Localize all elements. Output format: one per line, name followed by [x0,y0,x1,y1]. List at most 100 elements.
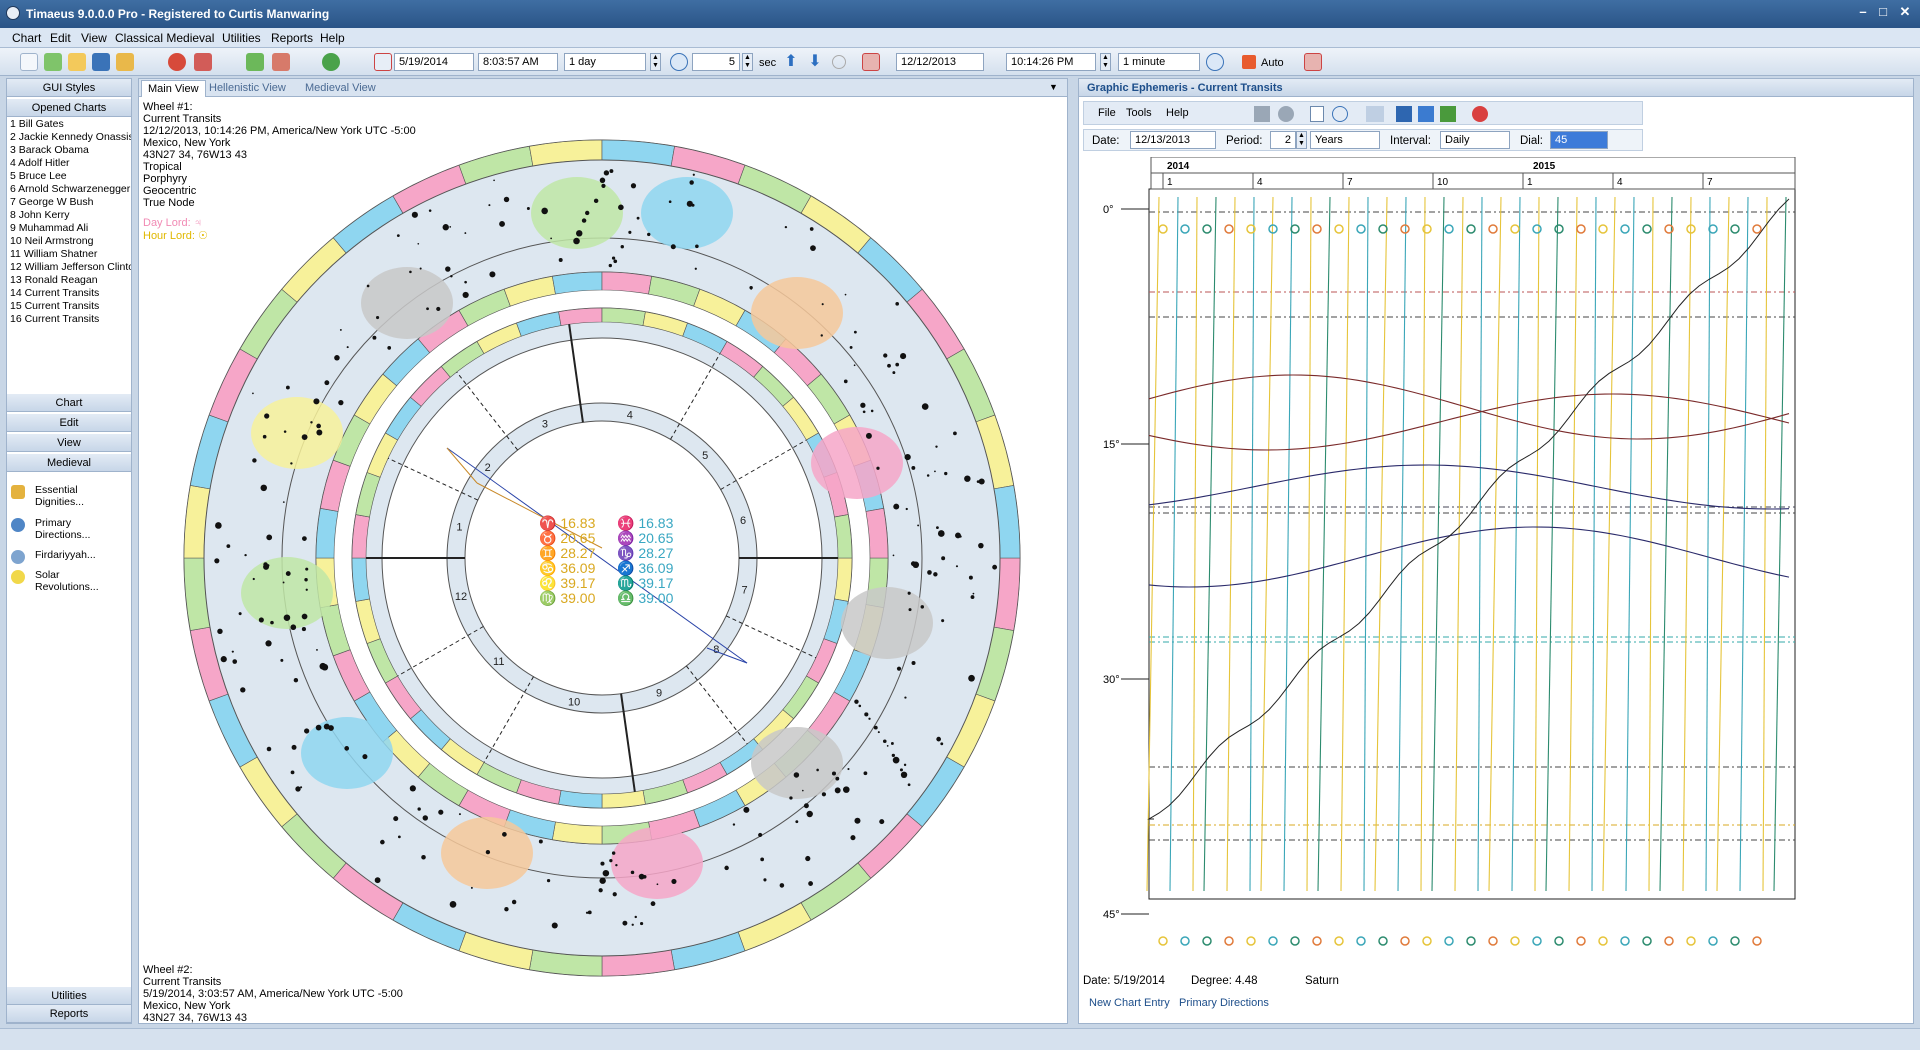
chart-list-item[interactable]: 9 Muhammad Ali [7,222,131,235]
stop-icon[interactable] [862,53,880,71]
chart-list-item[interactable]: 3 Barack Obama [7,144,131,157]
period-spinner[interactable]: ▲ ▼ [1296,131,1307,149]
count-input[interactable]: 5 [692,53,740,71]
tab-main-view[interactable]: Main View [141,80,206,97]
chart-list-item[interactable]: 7 George W Bush [7,196,131,209]
arrow-down-icon[interactable]: ⬇ [806,53,824,71]
time2-spinner[interactable]: ▲ ▼ [1100,53,1111,71]
section-edit[interactable]: Edit [7,414,131,432]
new-chart-icon[interactable] [20,53,38,71]
interval-select[interactable]: Daily [1440,131,1510,149]
calendar-icon[interactable] [374,53,392,71]
export-icon[interactable] [1418,106,1434,122]
chart-wheel[interactable]: 123456789101112♈ 16.83♉ 20.65♊ 28.27♋ 36… [147,103,1057,983]
menu-help[interactable]: Help [320,31,345,45]
open-icon[interactable] [44,53,62,71]
chart-list-item[interactable]: 14 Current Transits [7,287,131,300]
app-window: Timaeus 9.0.0.0 Pro - Registered to Curt… [0,0,1920,1050]
tab-medieval-view[interactable]: Medieval View [299,80,382,97]
date-input[interactable]: 5/19/2014 [394,53,474,71]
ephem-menu-file[interactable]: File [1098,107,1116,119]
tabs-dropdown-icon[interactable]: ▼ [1049,82,1058,92]
period-unit-select[interactable]: Years [1310,131,1380,149]
save-all-icon[interactable] [116,53,134,71]
ephemeris-graph[interactable]: 2014 20151 4 7 10 1 4 70°15°30°45° [1079,157,1913,969]
star [809,227,814,231]
star [912,561,920,569]
chart-list-item[interactable]: 12 William Jefferson Clinton [7,261,131,274]
maximize-button[interactable]: □ [1872,4,1894,22]
dial-select[interactable]: 45 [1550,131,1608,149]
chart-list-item[interactable]: 11 William Shatner [7,248,131,261]
clock2-icon[interactable] [1206,53,1224,71]
ephemeris-glyph [1158,936,1168,946]
accept-icon[interactable] [246,53,264,71]
bar-chart-icon[interactable] [1254,106,1270,122]
step2-select[interactable]: 1 minute [1118,53,1200,71]
new-chart-entry-link[interactable]: New Chart Entry [1089,997,1170,1009]
auto-checkbox[interactable] [1242,55,1256,69]
chart-list-item[interactable]: 8 John Kerry [7,209,131,222]
time2-input[interactable]: 10:14:26 PM [1006,53,1096,71]
ephemeris-glyph [1686,936,1696,946]
new-doc-icon[interactable] [1310,106,1324,122]
chart-list-item[interactable]: 2 Jackie Kennedy Onassis [7,131,131,144]
save-ephem-icon[interactable] [1396,106,1412,122]
star [598,888,603,893]
ephemeris-glyph [1356,936,1366,946]
radio-icon[interactable] [832,55,846,69]
clock3-icon[interactable] [1332,106,1348,122]
section-chart[interactable]: Chart [7,394,131,412]
menu-chart[interactable]: Chart [12,31,41,45]
chart-list-item[interactable]: 15 Current Transits [7,300,131,313]
folder-icon[interactable] [68,53,86,71]
date2-input[interactable]: 12/12/2013 [896,53,984,71]
gear-icon[interactable] [1278,106,1294,122]
chart-list-item[interactable]: 10 Neil Armstrong [7,235,131,248]
step-select[interactable]: 1 day [564,53,646,71]
reject-icon[interactable] [272,53,290,71]
minimize-button[interactable]: – [1852,4,1874,22]
ephem-menu-tools[interactable]: Tools [1126,107,1152,119]
arrow-up-icon[interactable]: ⬆ [782,53,800,71]
count-spinner[interactable]: ▲ ▼ [742,53,753,71]
spreadsheet-icon[interactable] [1440,106,1456,122]
section-reports[interactable]: Reports [7,1005,131,1023]
menu-utilities[interactable]: Utilities [222,31,261,45]
step-spinner[interactable]: ▲ ▼ [650,53,661,71]
close-button[interactable]: ✕ [1894,4,1916,22]
chart-list-item[interactable]: 1 Bill Gates [7,118,131,131]
star [334,355,340,361]
section-utilities[interactable]: Utilities [7,987,131,1005]
globe-icon[interactable] [322,53,340,71]
chart-list-item[interactable]: 5 Bruce Lee [7,170,131,183]
menu-reports[interactable]: Reports [271,31,313,45]
stop2-icon[interactable] [1304,53,1322,71]
app-icon [6,6,20,20]
menu-edit[interactable]: Edit [50,31,71,45]
wheel-icon[interactable] [168,53,186,71]
save-icon[interactable] [92,53,110,71]
chart-list-item[interactable]: 6 Arnold Schwarzenegger [7,183,131,196]
section-medieval[interactable]: Medieval [7,454,131,472]
period-input[interactable]: 2 [1270,131,1296,149]
ephem-menu-help[interactable]: Help [1166,107,1189,119]
time-input[interactable]: 8:03:57 AM [478,53,558,71]
help-buoy-icon[interactable] [1472,106,1488,122]
tab-hellenistic-view[interactable]: Hellenistic View [203,80,292,97]
primary-directions-link[interactable]: Primary Directions [1179,997,1269,1009]
menu-view[interactable]: View [81,31,107,45]
print-icon[interactable] [1366,106,1384,122]
menu-classical-medieval[interactable]: Classical Medieval [115,31,214,45]
opened-charts-header[interactable]: Opened Charts [7,99,131,117]
ephem-date-input[interactable]: 12/13/2013 [1130,131,1216,149]
gui-styles-header[interactable]: GUI Styles [7,79,131,97]
chart-list-item[interactable]: 4 Adolf Hitler [7,157,131,170]
clock-icon[interactable] [670,53,688,71]
section-view[interactable]: View [7,434,131,452]
wheel1-info: Wheel #1: Current Transits 12/12/2013, 10:… [143,101,416,209]
chart-list-item[interactable]: 16 Current Transits [7,313,131,326]
star [295,786,301,792]
chart-list-item[interactable]: 13 Ronald Reagan [7,274,131,287]
close-chart-icon[interactable] [194,53,212,71]
